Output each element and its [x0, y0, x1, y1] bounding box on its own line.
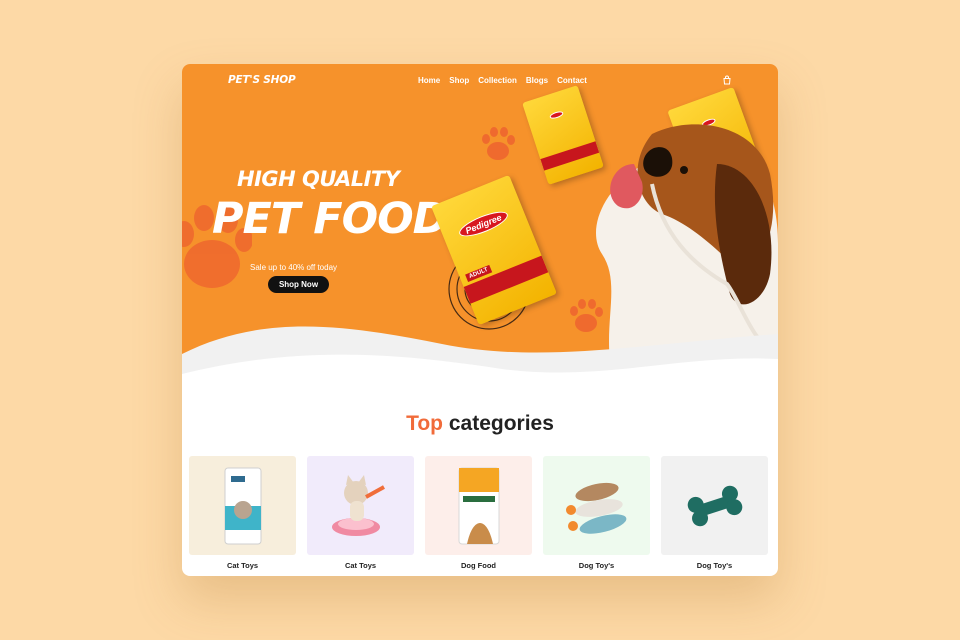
- category-label: Cat Toys: [344, 561, 377, 570]
- nav-home[interactable]: Home: [418, 76, 440, 85]
- category-cards: Cat Toys Cat Toys Dog Food Dog Toy's Dog…: [189, 456, 771, 570]
- category-image: [189, 456, 296, 555]
- category-card[interactable]: Cat Toys: [189, 456, 296, 570]
- category-label: Dog Food: [461, 561, 496, 570]
- category-card[interactable]: Dog Toy's: [543, 456, 650, 570]
- logo[interactable]: PET'S SHOP: [228, 74, 296, 86]
- nav-collection[interactable]: Collection: [478, 76, 517, 85]
- hero-headline-top: HIGH QUALITY: [237, 167, 400, 191]
- bone-toy-icon: [687, 485, 742, 526]
- hero-headline-main: PET FOOD: [212, 194, 448, 244]
- category-image: [425, 456, 532, 555]
- category-card[interactable]: Dog Toy's: [661, 456, 768, 570]
- category-image: [661, 456, 768, 555]
- bag-icon[interactable]: [722, 75, 732, 85]
- section-title-rest: categories: [448, 412, 554, 435]
- category-label: Cat Toys: [226, 561, 259, 570]
- section-title: Top categories: [182, 412, 778, 436]
- top-nav: PET'S SHOP Home Shop Collection Blogs Co…: [182, 64, 778, 98]
- nav-shop[interactable]: Shop: [449, 76, 469, 85]
- category-image: [543, 456, 650, 555]
- hero-subline: Sale up to 40% off today: [250, 263, 338, 272]
- cat-food-bag-icon: [224, 467, 261, 544]
- category-card[interactable]: Cat Toys: [307, 456, 414, 570]
- shop-now-button[interactable]: Shop Now: [268, 276, 329, 293]
- dog-food-bag-icon: [458, 467, 499, 544]
- plush-duck-toys-icon: [565, 482, 626, 534]
- hero-wave-divider: [182, 326, 778, 374]
- browser-frame: PET'S SHOP Home Shop Collection Blogs Co…: [182, 64, 778, 576]
- bag-brand-label: Pedigree: [456, 207, 511, 242]
- category-label: Dog Toy's: [578, 561, 615, 570]
- nav-links: Home Shop Collection Blogs Contact: [418, 76, 587, 85]
- category-image: [307, 456, 414, 555]
- nav-blogs[interactable]: Blogs: [526, 76, 548, 85]
- kitten-toy-icon: [331, 474, 385, 536]
- nav-contact[interactable]: Contact: [557, 76, 587, 85]
- section-title-accent: Top: [406, 412, 444, 435]
- hero-banner: PET'S SHOP Home Shop Collection Blogs Co…: [182, 64, 778, 374]
- category-card[interactable]: Dog Food: [425, 456, 532, 570]
- paw-print-icon: [482, 127, 515, 160]
- category-label: Dog Toy's: [696, 561, 733, 570]
